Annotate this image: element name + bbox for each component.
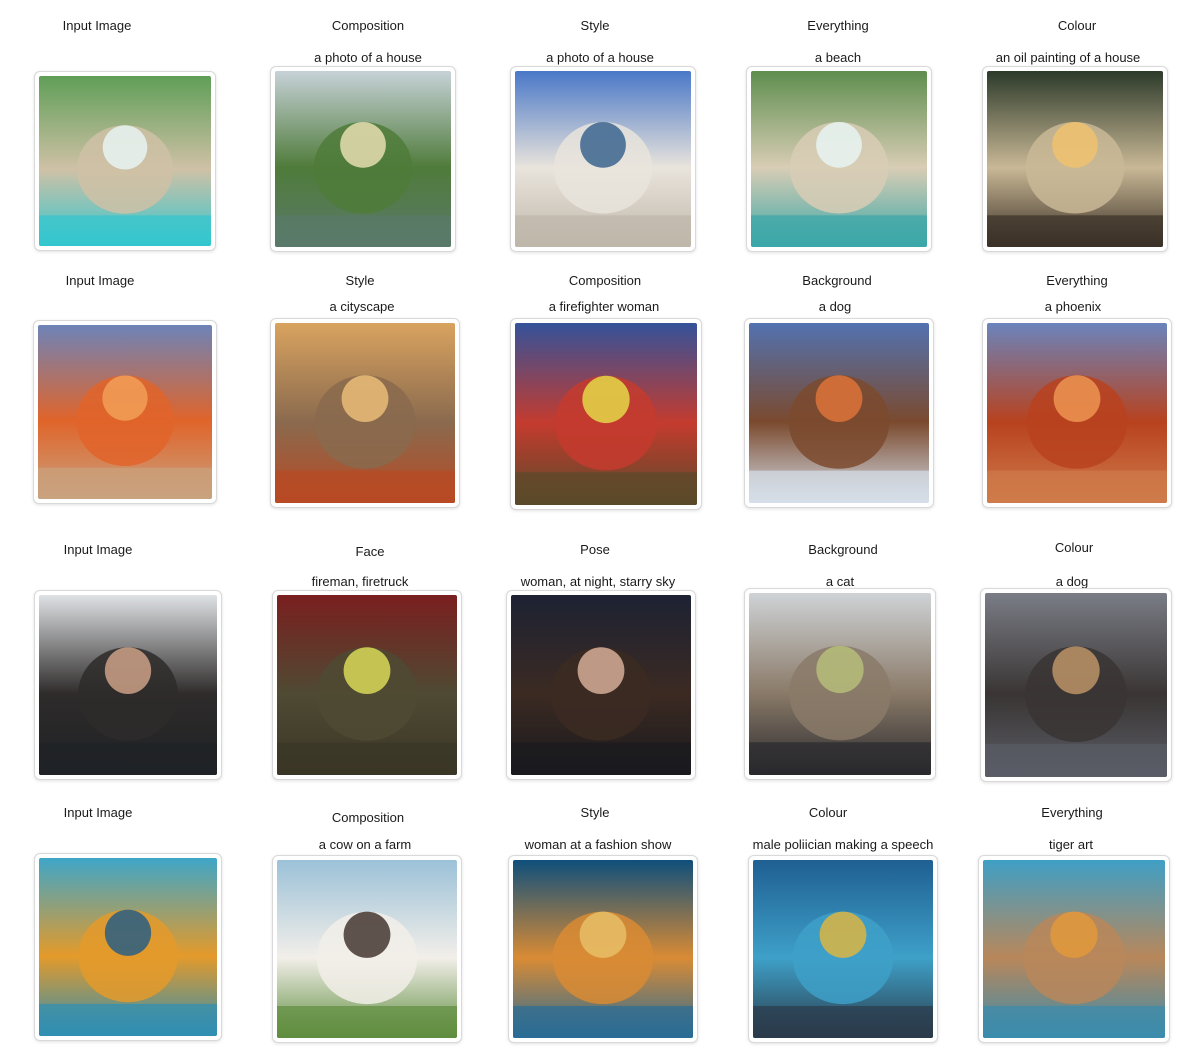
cell-header: Colour [808, 805, 848, 820]
generated-image [270, 66, 456, 252]
generated-image [744, 588, 936, 780]
generated-image [272, 590, 462, 780]
generated-image [982, 318, 1172, 508]
generated-image [744, 318, 934, 508]
cell-prompt: woman, at night, starry sky [520, 574, 676, 589]
cell-header: Input Image [65, 273, 135, 288]
cell-header: Input Image [63, 542, 133, 557]
generated-image [506, 590, 696, 780]
cell-header: Colour [1057, 18, 1097, 33]
cell-header: Style [345, 273, 375, 288]
generated-image [978, 855, 1170, 1043]
cell-header: Pose [580, 542, 610, 557]
generated-image [980, 588, 1172, 782]
cell-prompt: a cow on a farm [318, 837, 412, 852]
cell-prompt: a dog [818, 299, 852, 314]
cell-header: Everything [1046, 273, 1108, 288]
cell-prompt: a phoenix [1044, 299, 1102, 314]
input-image [33, 320, 217, 504]
cell-header: Style [580, 805, 610, 820]
cell-prompt: a photo of a house [546, 50, 654, 65]
cell-prompt: fireman, firetruck [311, 574, 409, 589]
cell-prompt: a cat [825, 574, 855, 589]
cell-prompt: a photo of a house [314, 50, 422, 65]
cell-header: Everything [807, 18, 869, 33]
input-image [34, 71, 216, 251]
cell-header: Composition [331, 18, 405, 33]
cell-header: Input Image [62, 18, 132, 33]
cell-prompt: an oil painting of a house [995, 50, 1141, 65]
input-image [34, 853, 222, 1041]
generated-image [270, 318, 460, 508]
cell-header: Background [808, 542, 878, 557]
generated-image [508, 855, 698, 1043]
cell-header: Colour [1054, 540, 1094, 555]
generated-image [746, 66, 932, 252]
cell-prompt: a dog [1055, 574, 1089, 589]
cell-prompt: a firefighter woman [548, 299, 660, 314]
cell-prompt: male poliician making a speech [752, 837, 934, 852]
generated-image [272, 855, 462, 1043]
generated-image [510, 318, 702, 510]
cell-prompt: a beach [814, 50, 862, 65]
generated-image [982, 66, 1168, 252]
generated-image [748, 855, 938, 1043]
cell-header: Face [355, 544, 385, 559]
cell-header: Style [580, 18, 610, 33]
generated-image [510, 66, 696, 252]
cell-prompt: tiger art [1048, 837, 1094, 852]
cell-header: Composition [568, 273, 642, 288]
cell-prompt: a cityscape [329, 299, 395, 314]
input-image [34, 590, 222, 780]
cell-header: Everything [1041, 805, 1103, 820]
cell-prompt: woman at a fashion show [524, 837, 672, 852]
cell-header: Composition [331, 810, 405, 825]
cell-header: Background [802, 273, 872, 288]
cell-header: Input Image [63, 805, 133, 820]
